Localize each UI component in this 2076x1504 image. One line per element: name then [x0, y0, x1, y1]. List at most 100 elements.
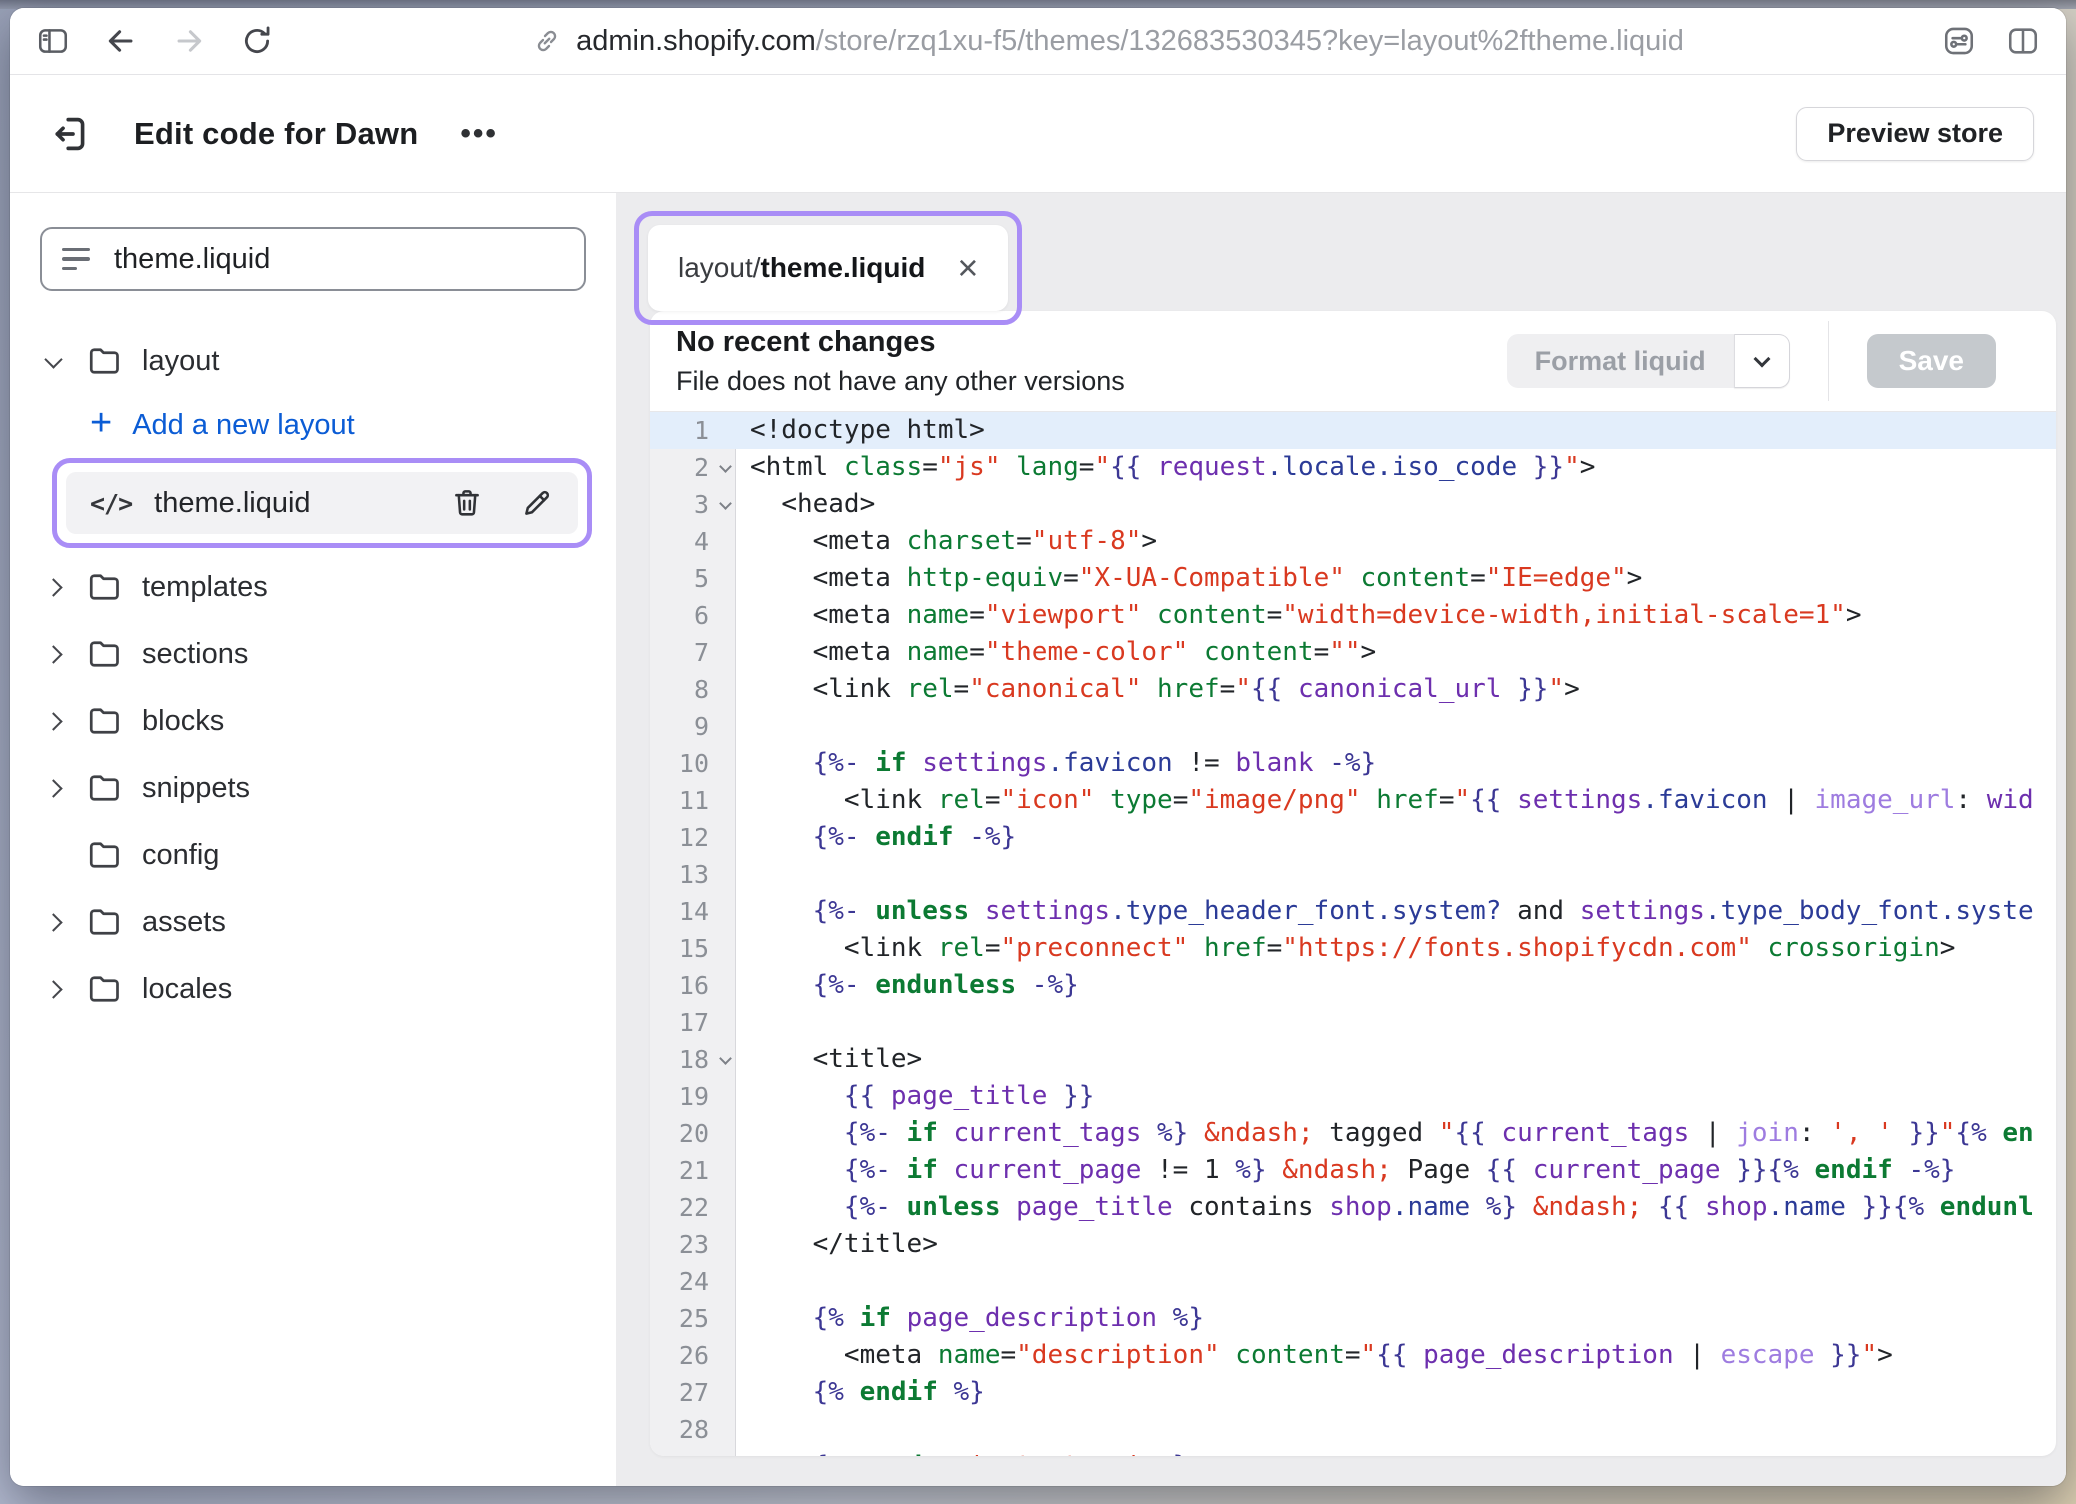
code-line-content: <meta name="viewport" content="width=dev… [735, 597, 1861, 634]
close-icon[interactable]: × [957, 250, 978, 286]
sidebar-folder-snippets[interactable]: snippets [40, 760, 586, 816]
code-line-content: {%- unless settings.type_header_font.sys… [735, 893, 2034, 930]
reload-icon[interactable] [240, 24, 274, 58]
code-line-content: {%- if current_page != 1 %} &ndash; Page… [735, 1152, 1955, 1189]
forward-icon[interactable] [172, 24, 206, 58]
folder-label: locales [142, 973, 232, 1006]
code-line-content: {{ page_title }} [735, 1078, 1094, 1115]
sidebar-folder-config[interactable]: config [40, 827, 586, 883]
format-liquid-button[interactable]: Format liquid [1507, 334, 1790, 388]
link-icon [532, 26, 562, 56]
code-row: 26 <meta name="description" content="{{ … [650, 1337, 2056, 1374]
file-search-box[interactable] [40, 227, 586, 291]
tab-label: layout/theme.liquid [678, 252, 925, 284]
code-line-content: <link rel="icon" type="image/png" href="… [735, 782, 2034, 819]
chevron-right-icon[interactable] [44, 578, 62, 596]
folder-label: layout [142, 345, 219, 378]
format-liquid-label[interactable]: Format liquid [1507, 334, 1734, 388]
preview-store-button[interactable]: Preview store [1796, 107, 2034, 161]
chevron-down-icon[interactable] [44, 350, 62, 368]
chevron-right-icon[interactable] [44, 779, 62, 797]
code-line-content: <link rel="canonical" href="{{ canonical… [735, 671, 1580, 708]
folder-label: assets [142, 906, 226, 939]
annotation-highlight-sidebar: </> theme.liquid [52, 458, 592, 548]
address-bar[interactable]: admin.shopify.com/store/rzq1xu-f5/themes… [274, 25, 1942, 58]
line-number: 3 [650, 486, 735, 523]
exit-editor-button[interactable] [50, 111, 96, 157]
line-number: 14 [650, 893, 735, 930]
sidebar-folder-templates[interactable]: templates [40, 559, 586, 615]
line-number: 10 [650, 745, 735, 782]
line-number: 22 [650, 1189, 735, 1226]
code-line-content [735, 1411, 750, 1448]
chevron-right-icon[interactable] [44, 913, 62, 931]
fold-chevron-icon[interactable] [719, 460, 732, 473]
url-host: admin.shopify.com [576, 25, 816, 57]
trash-icon[interactable] [450, 486, 484, 520]
sidebar-folder-assets[interactable]: assets [40, 894, 586, 950]
format-dropdown-button[interactable] [1734, 334, 1790, 388]
code-line-content: <!doctype html> [735, 412, 985, 449]
code-row: 3 <head> [650, 486, 2056, 523]
folder-icon [86, 343, 122, 379]
line-number: 6 [650, 597, 735, 634]
folder-label: snippets [142, 772, 250, 805]
sidebar-folder-blocks[interactable]: blocks [40, 693, 586, 749]
code-line-content [735, 708, 750, 745]
status-subtitle: File does not have any other versions [676, 366, 1125, 397]
code-row: 1 <!doctype html> [650, 412, 2056, 449]
filter-icon [62, 248, 92, 271]
tab-layout-theme-liquid[interactable]: layout/theme.liquid × [648, 225, 1008, 311]
code-editor[interactable]: 1 <!doctype html> 2 <html class="js" lan… [650, 412, 2056, 1456]
line-number: 8 [650, 671, 735, 708]
header-divider [1828, 321, 1829, 401]
editor-card-header: No recent changes File does not have any… [650, 311, 2056, 412]
code-line-content: {% if page_description %} [735, 1300, 1204, 1337]
tab-file: theme.liquid [761, 252, 926, 283]
split-view-icon[interactable] [2006, 24, 2040, 58]
sidebar-folder-layout[interactable]: layout [40, 333, 586, 389]
line-number: 7 [650, 634, 735, 671]
pencil-icon[interactable] [520, 486, 554, 520]
code-row: 17 [650, 1004, 2056, 1041]
code-row: 29 {% render 'meta-tags' %} [650, 1448, 2056, 1456]
fold-chevron-icon[interactable] [719, 497, 732, 510]
sidebar-toggle-icon[interactable] [36, 24, 70, 58]
line-number: 18 [650, 1041, 735, 1078]
code-line-content: </title> [735, 1226, 938, 1263]
search-input[interactable] [112, 242, 564, 277]
save-button[interactable]: Save [1867, 334, 1996, 388]
chevron-right-icon[interactable] [44, 645, 62, 663]
sidebar-folder-sections[interactable]: sections [40, 626, 586, 682]
code-row: 16 {%- endunless -%} [650, 967, 2056, 1004]
code-line-content: <meta charset="utf-8"> [735, 523, 1157, 560]
url-text: admin.shopify.com/store/rzq1xu-f5/themes… [576, 25, 1684, 58]
add-layout-button[interactable]: + Add a new layout [90, 400, 586, 450]
line-number: 15 [650, 930, 735, 967]
code-row: 10 {%- if settings.favicon != blank -%} [650, 745, 2056, 782]
chevron-right-icon[interactable] [44, 712, 62, 730]
code-line-content: <meta http-equiv="X-UA-Compatible" conte… [735, 560, 1642, 597]
line-number: 23 [650, 1226, 735, 1263]
fold-chevron-icon[interactable] [719, 1052, 732, 1065]
editor-card: No recent changes File does not have any… [650, 311, 2056, 1456]
code-line-content: {% endif %} [735, 1374, 985, 1411]
code-line-content: {%- unless page_title contains shop.name… [735, 1189, 2034, 1226]
folder-icon [86, 636, 122, 672]
code-row: 4 <meta charset="utf-8"> [650, 523, 2056, 560]
chevron-right-icon[interactable] [44, 980, 62, 998]
back-icon[interactable] [104, 24, 138, 58]
code-line-content: {%- if settings.favicon != blank -%} [735, 745, 1376, 782]
page-settings-icon[interactable] [1942, 24, 1976, 58]
line-number: 27 [650, 1374, 735, 1411]
folder-label: sections [142, 638, 248, 671]
file-label: theme.liquid [154, 487, 310, 520]
page-title: Edit code for Dawn [134, 116, 418, 152]
file-item-theme-liquid[interactable]: </> theme.liquid [66, 472, 578, 534]
url-path: /store/rzq1xu-f5/themes/132683530345?key… [816, 25, 1684, 57]
file-sidebar: layout + Add a new layout </> theme.liqu… [10, 193, 616, 1486]
code-row: 18 <title> [650, 1041, 2056, 1078]
plus-icon: + [90, 404, 112, 442]
sidebar-folder-locales[interactable]: locales [40, 961, 586, 1017]
more-actions-button[interactable]: ••• [460, 117, 498, 151]
